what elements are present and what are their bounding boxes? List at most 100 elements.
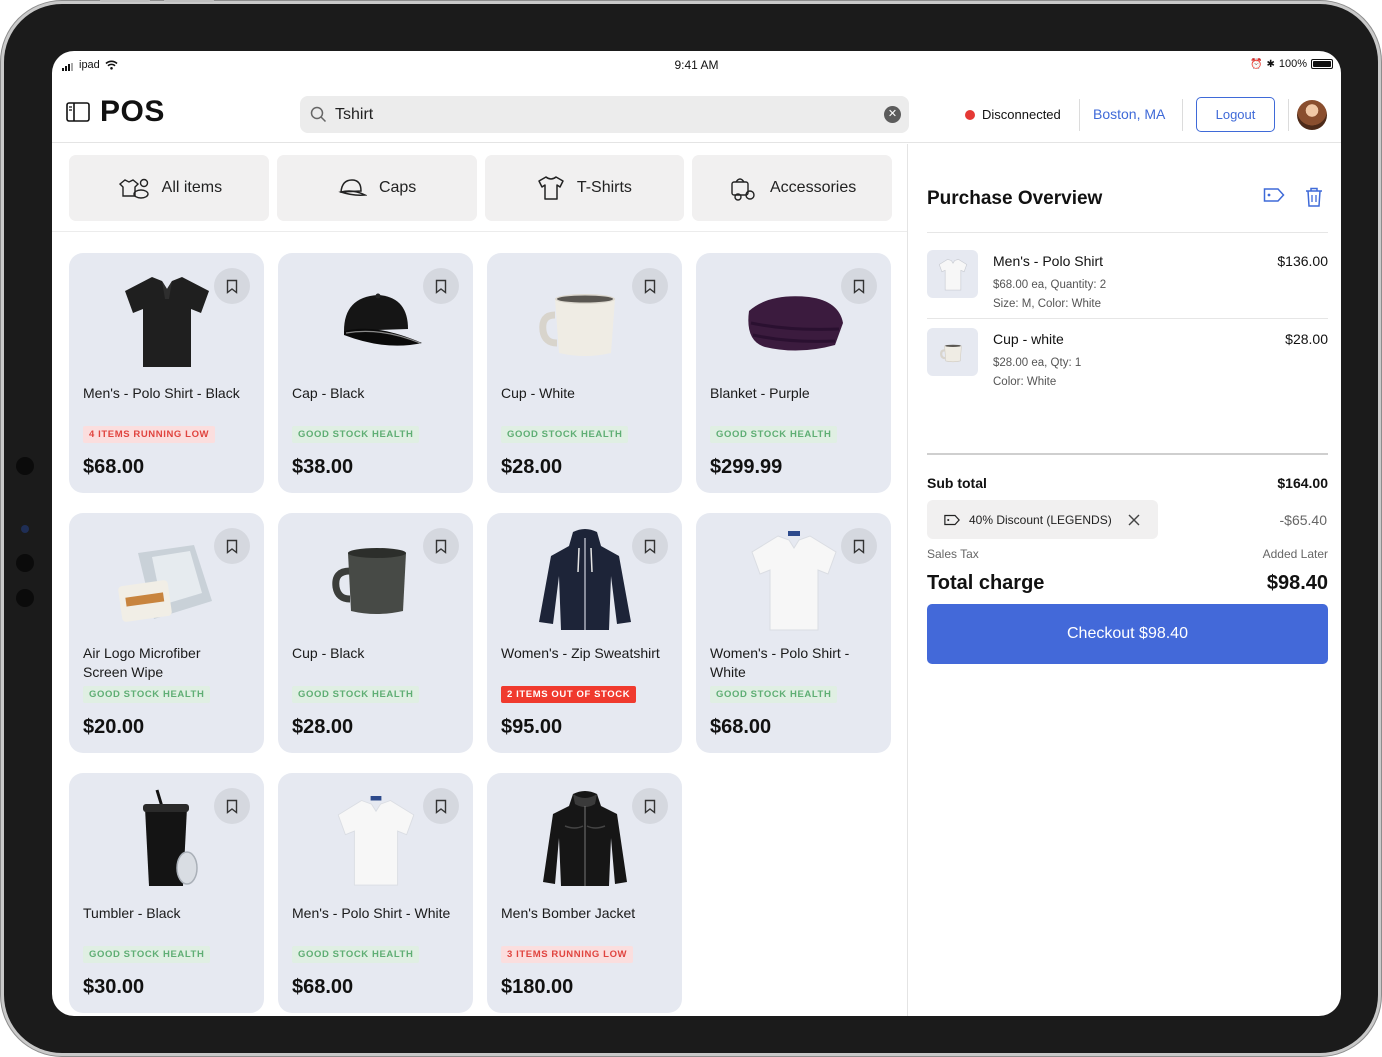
product-card[interactable]: Air Logo Microfiber Screen Wipe GOOD STO… xyxy=(69,513,264,753)
product-name: Cup - Black xyxy=(292,645,365,661)
subtotal-value: $164.00 xyxy=(1277,475,1328,491)
polo-shirt-white-image xyxy=(750,530,837,630)
product-name: Men's Bomber Jacket xyxy=(501,905,636,921)
tag-icon[interactable] xyxy=(1263,187,1285,203)
bomber-jacket-image xyxy=(542,790,627,886)
product-card[interactable]: Men's Bomber Jacket 3 ITEMS RUNNING LOW … xyxy=(487,773,682,1013)
status-badge: 2 ITEMS OUT OF STOCK xyxy=(501,686,637,703)
cart-item-detail: Size: M, Color: White xyxy=(993,298,1101,310)
status-badge: GOOD STOCK HEALTH xyxy=(83,946,211,963)
sales-tax-row: Sales Tax Added Later xyxy=(927,547,1328,561)
polo-shirt-white-image xyxy=(938,258,967,291)
category-tshirts[interactable]: T-Shirts xyxy=(484,155,685,221)
product-card[interactable]: Cap - Black GOOD STOCK HEALTH $38.00 xyxy=(278,253,473,493)
tshirt-icon xyxy=(538,176,564,200)
sales-tax-value: Added Later xyxy=(1262,547,1328,561)
cart-item-name: Men's - Polo Shirt xyxy=(993,253,1104,269)
search-bar[interactable]: ✕ xyxy=(300,96,909,133)
avatar[interactable] xyxy=(1297,100,1327,130)
product-card[interactable]: Blanket - Purple GOOD STOCK HEALTH $299.… xyxy=(696,253,891,493)
product-name: Men's - Polo Shirt - White xyxy=(292,905,451,921)
bookmark-button[interactable] xyxy=(632,528,668,564)
bookmark-button[interactable] xyxy=(632,268,668,304)
category-accessories[interactable]: Accessories xyxy=(692,155,892,221)
category-label: Accessories xyxy=(770,179,857,196)
product-card[interactable]: Women's - Zip Sweatshirt 2 ITEMS OUT OF … xyxy=(487,513,682,753)
battery-label: 100% xyxy=(1278,58,1307,70)
cart-item-thumbnail xyxy=(927,250,978,298)
discount-chip[interactable]: 40% Discount (LEGENDS) xyxy=(927,500,1158,539)
bookmark-button[interactable] xyxy=(423,268,459,304)
product-card[interactable]: Men's - Polo Shirt - Black 4 ITEMS RUNNI… xyxy=(69,253,264,493)
product-card[interactable]: Cup - Black GOOD STOCK HEALTH $28.00 xyxy=(278,513,473,753)
product-price: $28.00 xyxy=(501,456,563,478)
bookmark-icon xyxy=(435,539,447,554)
trash-icon[interactable] xyxy=(1305,187,1323,207)
location-link[interactable]: Boston, MA xyxy=(1093,106,1165,122)
bookmark-button[interactable] xyxy=(214,528,250,564)
bookmark-button[interactable] xyxy=(841,268,877,304)
total-label: Total charge xyxy=(927,572,1045,594)
category-label: Caps xyxy=(378,179,417,196)
bookmark-button[interactable] xyxy=(423,528,459,564)
cart-item[interactable]: Men's - Polo Shirt $68.00 ea, Quantity: … xyxy=(927,250,1328,310)
product-name: Air Logo Microfiber Screen Wipe xyxy=(83,645,201,680)
product-price: $68.00 xyxy=(83,456,145,478)
connection-status: Disconnected xyxy=(965,107,1061,122)
checkout-button[interactable]: Checkout $98.40 xyxy=(927,604,1328,664)
product-image xyxy=(527,783,642,898)
sidebar-toggle-icon[interactable] xyxy=(66,102,90,122)
front-camera xyxy=(21,525,29,533)
clear-search-icon[interactable]: ✕ xyxy=(884,106,901,123)
product-name: Tumbler - Black xyxy=(83,905,181,921)
search-icon xyxy=(310,106,327,123)
status-dot xyxy=(965,109,975,120)
product-name: Cap - Black xyxy=(292,385,365,401)
bookmark-icon xyxy=(226,539,238,554)
bookmark-button[interactable] xyxy=(214,268,250,304)
product-image xyxy=(736,523,851,638)
ipad-frame: ipad 9:41 AM ⏰ ✱ 100% POS ✕ xyxy=(4,0,1378,1053)
product-card[interactable]: Tumbler - Black GOOD STOCK HEALTH $30.00 xyxy=(69,773,264,1013)
divider xyxy=(52,231,907,232)
app-header: POS ✕ Disconnected Boston, MA Logout xyxy=(52,79,1341,143)
product-card[interactable]: Cup - White GOOD STOCK HEALTH $28.00 xyxy=(487,253,682,493)
product-name: Cup - White xyxy=(501,385,575,401)
logout-button[interactable]: Logout xyxy=(1196,97,1275,132)
status-badge: GOOD STOCK HEALTH xyxy=(710,426,838,443)
product-grid: Men's - Polo Shirt - Black 4 ITEMS RUNNI… xyxy=(69,253,892,1013)
product-image xyxy=(527,523,642,638)
divider xyxy=(1288,99,1289,131)
category-all-items[interactable]: All items xyxy=(69,155,269,221)
panel-title: Purchase Overview xyxy=(927,188,1103,209)
cart-item[interactable]: Cup - white $28.00 ea, Qty: 1 Color: Whi… xyxy=(927,328,1328,388)
bookmark-button[interactable] xyxy=(632,788,668,824)
product-image xyxy=(736,263,851,378)
discount-label: 40% Discount (LEGENDS) xyxy=(969,512,1112,527)
product-image xyxy=(318,263,433,378)
divider xyxy=(927,232,1328,233)
bookmark-button[interactable] xyxy=(423,788,459,824)
product-card[interactable]: Women's - Polo Shirt - White GOOD STOCK … xyxy=(696,513,891,753)
product-image xyxy=(318,783,433,898)
category-caps[interactable]: Caps xyxy=(276,155,477,221)
product-name: Men's - Polo Shirt - Black xyxy=(83,385,240,401)
search-input[interactable] xyxy=(335,96,875,133)
status-badge: GOOD STOCK HEALTH xyxy=(83,686,211,703)
status-badge: 3 ITEMS RUNNING LOW xyxy=(501,946,634,963)
cart-item-name: Cup - white xyxy=(993,331,1064,347)
polo-shirt-white-image xyxy=(337,795,414,886)
close-icon[interactable] xyxy=(1128,514,1140,526)
product-name: Women's - Zip Sweatshirt xyxy=(501,645,660,661)
clock: 9:41 AM xyxy=(674,58,719,72)
camera-dot xyxy=(16,589,34,607)
bookmark-icon xyxy=(644,279,656,294)
bookmark-button[interactable] xyxy=(214,788,250,824)
product-card[interactable]: Men's - Polo Shirt - White GOOD STOCK HE… xyxy=(278,773,473,1013)
bookmark-button[interactable] xyxy=(841,528,877,564)
cart-item-detail: $28.00 ea, Qty: 1 xyxy=(993,357,1082,369)
cap-icon xyxy=(338,179,367,196)
status-badge: GOOD STOCK HEALTH xyxy=(292,426,420,443)
cart-item-thumbnail xyxy=(927,328,978,376)
cup-black-image xyxy=(331,547,406,614)
